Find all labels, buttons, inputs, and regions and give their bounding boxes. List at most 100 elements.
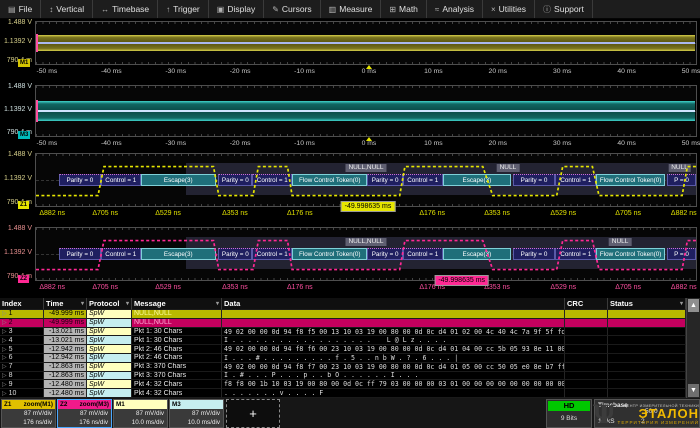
vertical-scale-label: 1.1392 V xyxy=(0,38,32,46)
cell-message: NULL,NULL xyxy=(132,310,222,319)
expand-arrow-icon[interactable]: ▷ xyxy=(2,372,7,379)
cell-time: -12.480 ms xyxy=(44,389,87,398)
descriptor-m1[interactable]: M187 mV/div10.0 ms/div xyxy=(113,399,168,428)
expand-arrow-icon[interactable]: ▷ xyxy=(2,337,7,344)
acquisition-status[interactable]: HD 9 Bits xyxy=(546,399,592,428)
hd-mode-badge: HD xyxy=(548,401,590,411)
trace-badge-m1[interactable]: M1 xyxy=(18,59,30,67)
scroll-down-button[interactable]: ▼ xyxy=(688,384,699,397)
trigger-level-marker xyxy=(36,100,38,122)
table-row[interactable]: ▷6-12.942 msSpWPkt 2: 46 CharsI . . . # … xyxy=(0,354,686,363)
trace-badge-z1[interactable]: Z1 xyxy=(18,201,29,209)
expand-arrow-icon[interactable]: ▷ xyxy=(2,310,7,317)
descriptor-z2[interactable]: Z2zoom(M3)87 mV/div176 ns/div xyxy=(57,399,112,428)
expand-arrow-icon[interactable]: ▷ xyxy=(2,363,7,370)
delta-time-label: Δ529 ns xyxy=(155,210,181,217)
descriptor-z1[interactable]: Z1zoom(M1)87 mV/div176 ns/div xyxy=(1,399,56,428)
center-trace xyxy=(37,42,695,44)
expand-arrow-icon[interactable]: ▷ xyxy=(2,354,7,361)
menu-item-measure[interactable]: ▥Measure xyxy=(321,0,382,18)
axis-tick-label: 0 ms xyxy=(362,68,377,75)
scroll-up-button[interactable]: ▲ xyxy=(688,299,699,312)
column-header-status[interactable]: Status▾ xyxy=(608,298,686,310)
plot-area-m1 xyxy=(35,21,697,65)
vertical-scale-label: 1.1392 V xyxy=(0,249,32,257)
delta-time-label: Δ176 ns xyxy=(287,284,313,291)
column-header-index[interactable]: Index xyxy=(0,298,44,310)
cell-message: Pkt 3: 370 Chars xyxy=(132,363,222,372)
table-row[interactable]: ▷1-49.999 msSpWNULL,NULL xyxy=(0,310,686,319)
sort-icon[interactable]: ▾ xyxy=(126,300,129,307)
table-row[interactable]: ▷2-49.999 msSpWNULL,NULL xyxy=(0,319,686,328)
trigger-level-marker xyxy=(36,34,38,53)
row-index: ▷2 xyxy=(0,319,44,328)
table-row[interactable]: ▷8-12.863 msSpWPkt 3: 370 CharsI . # . .… xyxy=(0,372,686,381)
display-icon: ▣ xyxy=(217,5,225,14)
index-label: 7 xyxy=(9,363,13,370)
expand-arrow-icon[interactable]: ▷ xyxy=(2,319,7,326)
table-row[interactable]: ▷3-13.021 msSpWPkt 1: 30 Chars49 02 00 0… xyxy=(0,328,686,337)
menu-item-timebase[interactable]: ↔Timebase xyxy=(93,0,158,18)
waveform-grid-z1: 1.488 V1.1392 V790.4 mNULL,NULLNULLNULLP… xyxy=(0,153,700,222)
table-row[interactable]: ▷9-12.480 msSpWPkt 4: 32 Charsf8 f8 00 1… xyxy=(0,380,686,389)
menu-item-math[interactable]: ⊞Math xyxy=(381,0,427,18)
table-scrollbar[interactable]: ▲ ▼ xyxy=(686,298,700,398)
expand-arrow-icon[interactable]: ▷ xyxy=(2,390,7,397)
table-row[interactable]: ▷10-12.480 msSpWPkt 4: 32 Chars. . . . .… xyxy=(0,389,686,398)
menu-item-display[interactable]: ▣Display xyxy=(209,0,264,18)
cell-data: I . . . . . . . . . . . . . . . . . . L … xyxy=(222,336,565,345)
menu-item-utilities[interactable]: ×Utilities xyxy=(483,0,535,18)
menu-item-trigger[interactable]: ↑Trigger xyxy=(158,0,209,18)
cell-message: Pkt 1: 30 Chars xyxy=(132,336,222,345)
cell-time: -12.942 ms xyxy=(44,354,87,363)
sort-icon[interactable]: ▾ xyxy=(81,300,84,307)
column-header-data[interactable]: Data xyxy=(222,298,565,310)
tick-marks-top xyxy=(36,22,696,24)
cell-message: Pkt 2: 46 Chars xyxy=(132,345,222,354)
trace-badge-m3[interactable]: M3 xyxy=(18,131,30,139)
sort-icon[interactable]: ▾ xyxy=(216,300,219,307)
cell-message: NULL,NULL xyxy=(132,319,222,328)
axis-tick-label: 20 ms xyxy=(489,140,508,147)
axis-tick-label: 20 ms xyxy=(489,68,508,75)
menu-item-vertical[interactable]: ↕Vertical xyxy=(41,0,93,18)
axis-tick-label: 0 ms xyxy=(362,140,377,147)
sort-icon[interactable]: ▾ xyxy=(680,300,683,307)
delta-time-label: Δ353 ns xyxy=(222,210,248,217)
menu-item-cursors[interactable]: ✎Cursors xyxy=(264,0,320,18)
descriptor-header: Z2zoom(M3) xyxy=(58,400,111,409)
add-trace-button[interactable]: + xyxy=(226,399,280,428)
expand-arrow-icon[interactable]: ▷ xyxy=(2,381,7,388)
descriptor-m3[interactable]: M387 mV/div10.0 ms/div xyxy=(169,399,224,428)
cell-crc xyxy=(565,380,608,389)
menu-label: Vertical xyxy=(56,4,84,14)
column-header-time[interactable]: Time▾ xyxy=(44,298,87,310)
time-axis: -50 ms-40 ms-30 ms-20 ms-10 ms0 ms10 ms2… xyxy=(35,65,697,78)
table-row[interactable]: ▷5-12.942 msSpWPkt 2: 46 Chars49 02 00 0… xyxy=(0,345,686,354)
expand-arrow-icon[interactable]: ▷ xyxy=(2,328,7,335)
trace-badge-z2[interactable]: Z2 xyxy=(18,275,29,283)
column-header-crc[interactable]: CRC xyxy=(565,298,608,310)
menu-item-support[interactable]: ⓘSupport xyxy=(535,0,593,18)
column-header-message[interactable]: Message▾ xyxy=(132,298,222,310)
cell-protocol: SpW xyxy=(87,345,132,354)
axis-tick-label: 30 ms xyxy=(553,68,572,75)
cell-status xyxy=(608,372,686,381)
vertical-scale-label: 1.488 V xyxy=(0,225,32,233)
axis-tick-label: 40 ms xyxy=(617,140,636,147)
expand-arrow-icon[interactable]: ▷ xyxy=(2,346,7,353)
delta-time-label: Δ353 ns xyxy=(484,210,510,217)
axis-tick-label: 40 ms xyxy=(617,68,636,75)
table-row[interactable]: ▷7-12.863 msSpWPkt 3: 370 Chars49 02 00 … xyxy=(0,363,686,372)
cell-crc xyxy=(565,354,608,363)
delta-time-label: Δ705 ns xyxy=(615,284,641,291)
table-row[interactable]: ▷4-13.021 msSpWPkt 1: 30 CharsI . . . . … xyxy=(0,336,686,345)
menu-item-file[interactable]: ▤File xyxy=(0,0,41,18)
cell-data: 49 02 00 00 0d 94 f8 f5 00 13 10 03 19 0… xyxy=(222,328,565,337)
menu-item-analysis[interactable]: ≈Analysis xyxy=(427,0,483,18)
descriptor-id: M1 xyxy=(116,401,125,408)
cell-status xyxy=(608,328,686,337)
column-header-protocol[interactable]: Protocol▾ xyxy=(87,298,132,310)
protocol-decode-table: IndexTime▾Protocol▾Message▾DataCRCStatus… xyxy=(0,298,700,398)
center-trace xyxy=(37,110,695,112)
